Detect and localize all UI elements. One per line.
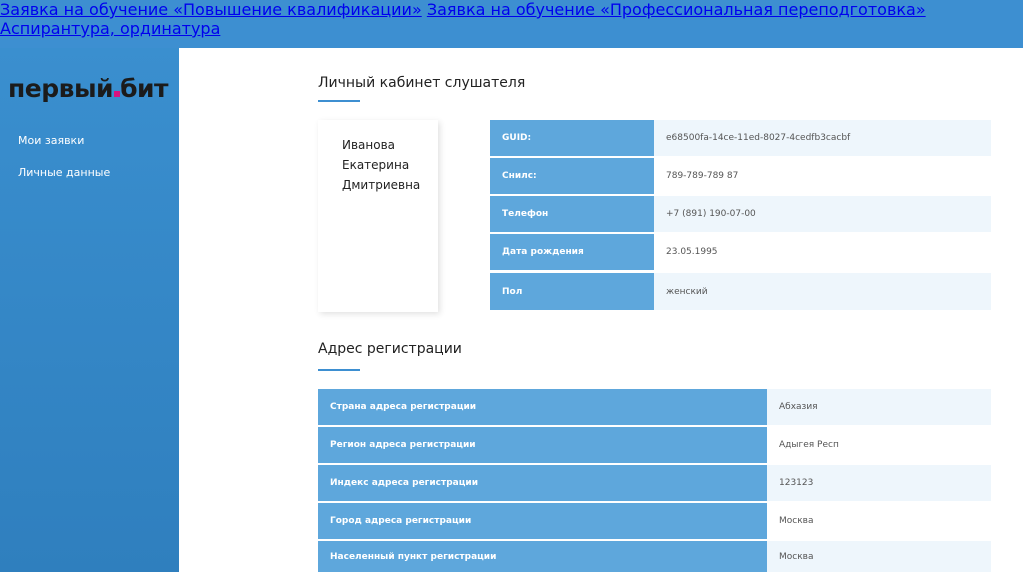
- nav-link-retraining[interactable]: Заявка на обучение «Профессиональная пер…: [427, 0, 926, 19]
- row-value: 123123: [767, 465, 991, 501]
- row-label: Пол: [490, 273, 654, 310]
- sidebar: [0, 48, 179, 572]
- nav-link-qualification[interactable]: Заявка на обучение «Повышение квалификац…: [0, 0, 422, 19]
- logo-text-part1: первый: [8, 74, 114, 103]
- table-row: Город адреса регистрации Москва: [318, 503, 991, 540]
- address-title-underline: [318, 369, 360, 371]
- sidebar-item-my-applications[interactable]: Мои заявки: [18, 134, 84, 147]
- last-name: Иванова: [342, 138, 396, 152]
- table-row: Страна адреса регистрации Абхазия: [318, 389, 991, 426]
- row-value: Москва: [767, 541, 991, 572]
- top-navigation-bar: Заявка на обучение «Повышение квалификац…: [0, 0, 1023, 48]
- logo[interactable]: первый бит: [8, 74, 169, 103]
- name-card: Иванова Екатерина Дмитриевна: [318, 120, 438, 312]
- title-underline: [318, 100, 360, 102]
- sidebar-item-personal-data[interactable]: Личные данные: [18, 166, 110, 179]
- row-label: Регион адреса регистрации: [318, 427, 767, 463]
- row-value: женский: [654, 273, 991, 310]
- row-label: Дата рождения: [490, 234, 654, 270]
- nav-link-postgraduate[interactable]: Аспирантура, ординатура: [0, 19, 220, 38]
- patronymic: Дмитриевна: [342, 178, 421, 192]
- row-label: Индекс адреса регистрации: [318, 465, 767, 501]
- row-value: Москва: [767, 503, 991, 539]
- address-section-title: Адрес регистрации: [318, 341, 462, 357]
- row-value: +7 (891) 190-07-00: [654, 196, 991, 232]
- row-value: Абхазия: [767, 389, 991, 425]
- first-name: Екатерина: [342, 158, 410, 172]
- table-row: Индекс адреса регистрации 123123: [318, 465, 991, 502]
- row-label: Снилс:: [490, 158, 654, 194]
- table-row: Телефон +7 (891) 190-07-00: [490, 196, 991, 233]
- row-value: 23.05.1995: [654, 234, 991, 270]
- row-value: e68500fa-14ce-11ed-8027-4cedfb3cacbf: [654, 120, 991, 156]
- row-label: Страна адреса регистрации: [318, 389, 767, 425]
- row-label: Населенный пункт регистрации: [318, 541, 767, 572]
- row-label: GUID:: [490, 120, 654, 156]
- row-label: Город адреса регистрации: [318, 503, 767, 539]
- logo-text-part2: бит: [120, 74, 169, 103]
- table-row: Снилс: 789-789-789 87: [490, 158, 991, 195]
- row-value: 789-789-789 87: [654, 158, 991, 194]
- table-row: Населенный пункт регистрации Москва: [318, 541, 991, 572]
- table-row: Дата рождения 23.05.1995: [490, 234, 991, 271]
- table-row: GUID: e68500fa-14ce-11ed-8027-4cedfb3cac…: [490, 120, 991, 157]
- row-value: Адыгея Респ: [767, 427, 991, 463]
- table-row: Пол женский: [490, 273, 991, 310]
- row-label: Телефон: [490, 196, 654, 232]
- table-row: Регион адреса регистрации Адыгея Респ: [318, 427, 991, 464]
- page-title: Личный кабинет слушателя: [318, 75, 526, 91]
